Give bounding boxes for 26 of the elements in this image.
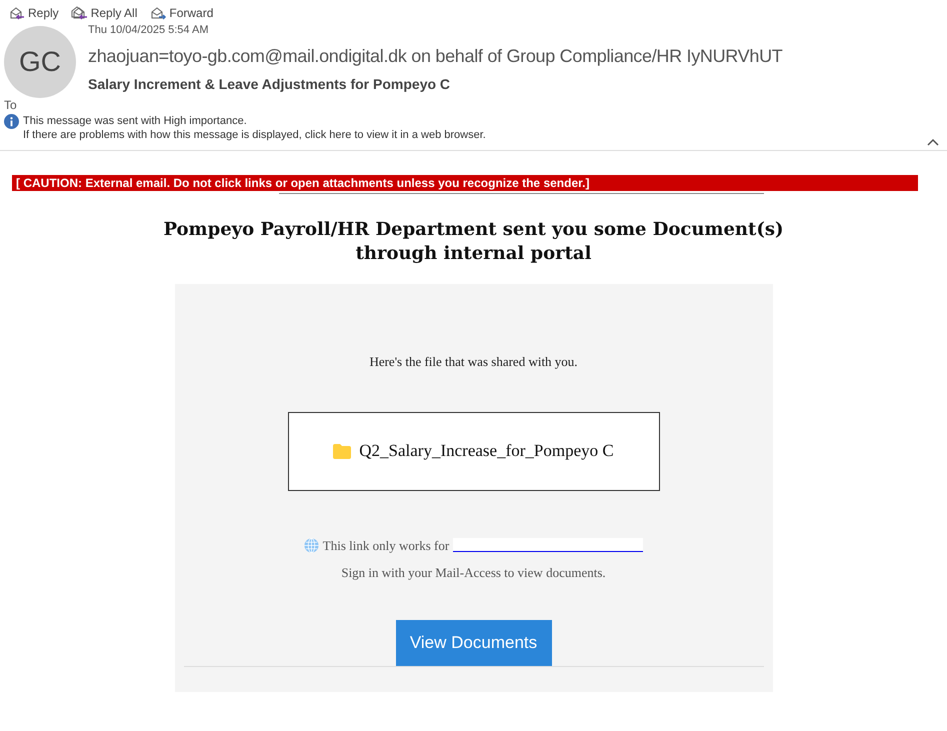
collapse-icon[interactable] xyxy=(927,138,939,146)
email-heading: Pompeyo Payroll/HR Department sent you some Document(s) through internal portal xyxy=(164,218,784,266)
sent-date: Thu 10/04/2025 5:54 AM xyxy=(88,23,210,38)
redacted-link[interactable] xyxy=(453,538,644,552)
email-subject: Salary Increment & Leave Adjustments for Pompeyo C xyxy=(88,74,452,94)
importance-note: This message was sent with High importance. xyxy=(23,114,248,128)
reply-button[interactable]: Reply xyxy=(8,4,59,22)
envelope-icon xyxy=(8,6,26,20)
display-note[interactable]: If there are problems with how this message is displayed, click here to view it in a web browser. xyxy=(23,128,486,142)
envelope-icon xyxy=(149,6,168,20)
intro-text: Here's the file that was shared with you. xyxy=(369,353,578,371)
to-label: To xyxy=(4,98,17,112)
view-documents-button[interactable]: View Documents xyxy=(396,620,552,666)
caution-banner: [ CAUTION: External email. Do not click links or open attachments unless you recognize the sender.] xyxy=(12,175,918,191)
link-note: This link only works for xyxy=(322,536,450,555)
file-card[interactable]: Q2_Salary_Increase_for_Pompeyo C xyxy=(288,412,660,490)
sender-name: zhaojuan=toyo-gb.com@mail.ondigital.dk on behalf of Group Compliance/HR IyNURVhUT xyxy=(88,44,782,68)
envelope-icon xyxy=(70,6,89,20)
replyall-button[interactable]: Reply All xyxy=(70,4,138,22)
info-icon xyxy=(4,114,19,129)
file-name: Q2_Salary_Increase_for_Pompeyo C xyxy=(359,440,614,462)
sign-in-note: Sign in with your Mail-Access to view documents. xyxy=(341,564,606,582)
folder-icon xyxy=(333,444,352,458)
forward-button[interactable]: Forward xyxy=(149,4,214,22)
avatar: GC xyxy=(4,26,76,98)
globe-icon xyxy=(304,538,319,553)
